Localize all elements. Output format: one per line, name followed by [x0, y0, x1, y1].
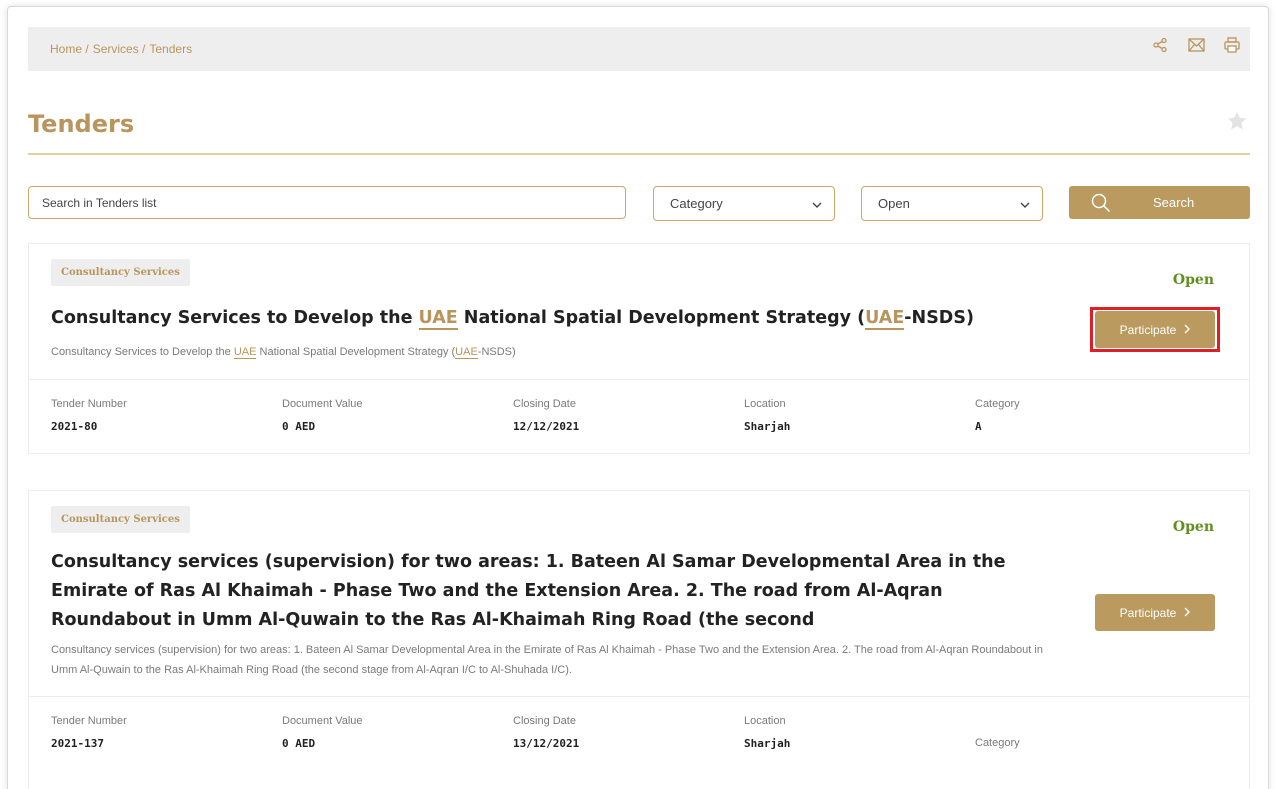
meta-location: Location Sharjah [744, 715, 791, 750]
tender-title[interactable]: Consultancy services (supervision) for t… [51, 548, 1061, 635]
star-icon[interactable] [1226, 110, 1248, 132]
search-button[interactable]: Search [1069, 186, 1250, 219]
envelope-icon[interactable] [1186, 35, 1206, 55]
tender-card: Consultancy Services Open Consultancy se… [28, 490, 1250, 789]
chevron-right-icon [1184, 323, 1191, 337]
search-button-label: Search [1153, 195, 1195, 210]
status-badge: Open [1172, 519, 1214, 535]
meta-tender-number: Tender Number 2021-137 [51, 715, 127, 750]
chevron-right-icon [1184, 606, 1191, 620]
page-title: Tenders [28, 110, 135, 138]
chevron-down-icon [812, 196, 822, 211]
meta-closing-date: Closing Date 13/12/2021 [513, 715, 580, 750]
card-divider [29, 696, 1249, 697]
status-badge: Open [1172, 272, 1214, 288]
tender-description: Consultancy Services to Develop the UAE … [51, 346, 516, 359]
meta-tender-number: Tender Number 2021-80 [51, 398, 127, 433]
participate-button[interactable]: Participate [1095, 311, 1215, 348]
card-divider [29, 379, 1249, 380]
category-select[interactable]: Category [653, 186, 835, 221]
category-select-value: Category [670, 196, 723, 211]
tender-card: Consultancy Services Open Consultancy Se… [28, 243, 1250, 454]
category-badge[interactable]: Consultancy Services [51, 259, 190, 286]
page-tools [1150, 35, 1242, 55]
meta-document-value: Document Value 0 AED [282, 398, 363, 433]
participate-label: Participate [1119, 605, 1177, 620]
category-badge[interactable]: Consultancy Services [51, 506, 190, 533]
meta-category: Category [975, 737, 1020, 749]
search-input[interactable] [28, 186, 626, 219]
tender-meta: Tender Number 2021-137 Document Value 0 … [51, 715, 1051, 755]
breadcrumb: Home / Services / Tenders [28, 27, 1250, 71]
status-select-value: Open [878, 196, 910, 211]
tender-description: Consultancy services (supervision) for t… [51, 644, 1043, 676]
tender-meta: Tender Number 2021-80 Document Value 0 A… [51, 398, 1051, 438]
meta-closing-date: Closing Date 12/12/2021 [513, 398, 580, 433]
participate-button[interactable]: Participate [1095, 594, 1215, 631]
search-icon [1091, 191, 1115, 215]
status-select[interactable]: Open [861, 186, 1043, 221]
breadcrumb-home[interactable]: Home / [50, 42, 89, 56]
meta-document-value: Document Value 0 AED [282, 715, 363, 750]
meta-category: Category A [975, 398, 1020, 433]
chevron-down-icon [1020, 196, 1030, 211]
title-divider [28, 153, 1250, 155]
breadcrumb-services[interactable]: Services / [93, 42, 146, 56]
printer-icon[interactable] [1222, 35, 1242, 55]
share-icon[interactable] [1150, 35, 1170, 55]
breadcrumb-tenders[interactable]: Tenders [149, 42, 192, 56]
tender-title[interactable]: Consultancy Services to Develop the UAE … [51, 304, 1061, 333]
participate-label: Participate [1119, 322, 1177, 337]
meta-location: Location Sharjah [744, 398, 791, 433]
